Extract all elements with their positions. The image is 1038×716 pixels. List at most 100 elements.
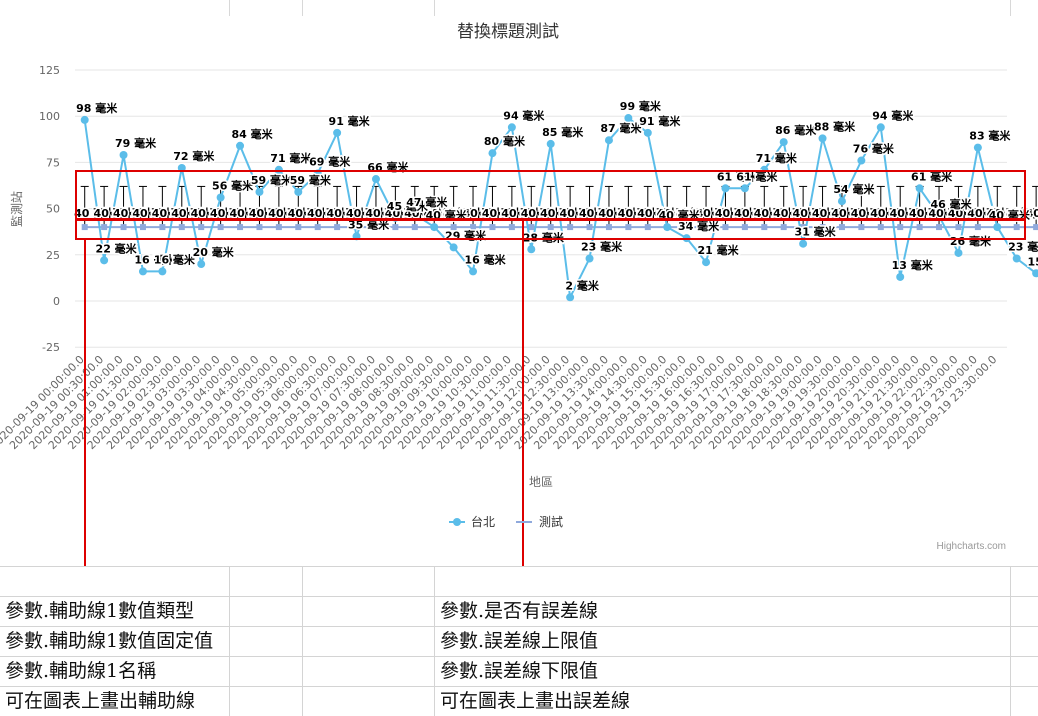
table-cell-right-2[interactable]: 參數.誤差線上限值 [440,627,598,656]
series-point-test [838,224,845,231]
series-point-taipei [663,223,672,232]
table-cell-left-4[interactable]: 可在圖表上畫出輔助線 [5,687,195,716]
series-point-test [916,224,923,231]
data-label: 13 毫米 [892,258,934,272]
series-point-taipei [954,248,963,257]
series-point-test [489,224,496,231]
series-point-taipei [915,184,924,193]
y-tick-label: 25 [46,249,60,262]
data-label: 22 毫米 [96,241,138,255]
series-point-taipei [138,267,147,276]
series-point-test [547,224,554,231]
series-point-taipei [585,254,594,263]
data-label: 47 毫米 [406,195,448,209]
data-label: 16 毫米 [154,252,196,266]
series-point-taipei [333,128,342,137]
data-label: 94 毫米 [503,108,545,122]
table-cell-right-3[interactable]: 參數.誤差線下限值 [440,657,598,686]
data-label: 79 毫米 [115,136,157,150]
series-point-taipei [158,267,167,276]
series-point-taipei [604,136,613,145]
series-point-test [936,224,943,231]
series-point-taipei [100,256,109,265]
series-point-test [761,224,768,231]
table-cell-right-1[interactable]: 參數.是否有誤差線 [440,597,598,626]
series-point-test [897,224,904,231]
table-cell-right-4[interactable]: 可在圖表上畫出誤差線 [440,687,630,716]
y-tick-label: -25 [42,341,60,354]
credits-link[interactable]: Highcharts.com [937,541,1006,552]
series-point-taipei [236,141,245,150]
legend-item-taipei[interactable]: 台北 [449,514,495,529]
series-point-taipei [371,175,380,184]
series-point-taipei [197,260,206,269]
series-point-test [120,224,127,231]
series-point-test [295,224,302,231]
data-label: 80 毫米 [484,134,526,148]
series-point-test [217,224,224,231]
y-tick-label: 100 [39,110,60,123]
data-label: 91 毫米 [329,114,371,128]
series-point-test [625,224,632,231]
data-label: 20 毫米 [193,245,235,259]
series-point-taipei [702,258,711,267]
data-label: 59 毫米 [251,173,293,187]
data-label: 54 毫米 [833,182,875,196]
series-point-taipei [740,184,749,193]
data-label: 99 毫米 [620,99,662,113]
series-point-taipei [488,149,497,158]
data-label: 23 毫米 [581,239,623,253]
series-point-taipei [274,165,283,174]
series-point-taipei [255,187,264,196]
data-label: 87 毫米 [600,121,642,135]
series-point-test [741,224,748,231]
spreadsheet-area: 參數.輔助線1數值類型 參數.輔助線1數值固定值 參數.輔助線1名稱 可在圖表上… [0,566,1038,716]
chart: -250255075100125 40 毫米40 毫米40 毫米40 毫米40 … [0,22,1038,566]
y-axis-title: 監測站 [9,191,24,227]
data-label: 91 毫米 [639,114,681,128]
series-point-taipei [566,293,575,302]
x-axis-ticks: 2020-09-19 00:00:00.02020-09-19 00:30:00… [0,353,999,452]
series-point-test [392,224,399,231]
y-tick-label: 0 [53,295,60,308]
data-label: 56 毫米 [212,179,254,193]
series-point-test [334,224,341,231]
series-point-test [586,224,593,231]
series-point-test [178,224,185,231]
series-point-test [974,224,981,231]
x-axis-title: 地區 [529,475,553,489]
data-label: 98 毫米 [76,101,118,115]
series-point-taipei [507,123,516,132]
series-point-taipei [876,123,885,132]
y-tick-label: 125 [39,64,60,77]
data-label: 72 毫米 [173,149,215,163]
series-point-test [722,224,729,231]
series-point-test [139,224,146,231]
series-point-test [858,224,865,231]
series-point-test [81,224,88,231]
series-point-taipei [469,267,478,276]
data-label: 16 毫米 [464,252,506,266]
data-label: 23 毫米 [1008,239,1038,253]
series-point-taipei [837,197,846,206]
series-point-test [101,224,108,231]
table-cell-left-1[interactable]: 參數.輔助線1數值類型 [5,597,194,626]
data-label: 28 毫米 [523,230,565,244]
data-label: 85 毫米 [542,125,584,139]
series-point-test [955,224,962,231]
table-cell-left-2[interactable]: 參數.輔助線1數值固定值 [5,627,213,656]
data-label: 31 毫米 [795,225,837,239]
legend[interactable]: 台北 測試 [449,514,563,529]
data-label: 71 毫米 [756,151,798,165]
series-point-test [605,224,612,231]
series-point-taipei [1012,254,1021,263]
chart-title: 替換標題測試 [457,22,559,42]
table-cell-left-3[interactable]: 參數.輔助線1名稱 [5,657,156,686]
series-point-taipei [818,134,827,143]
data-label: 84 毫米 [231,127,273,141]
series-point-test [508,224,515,231]
series-point-taipei [993,223,1002,232]
data-label: 88 毫米 [814,119,856,133]
data-label: 2 毫米 [565,278,599,292]
y-tick-label: 50 [46,203,60,216]
